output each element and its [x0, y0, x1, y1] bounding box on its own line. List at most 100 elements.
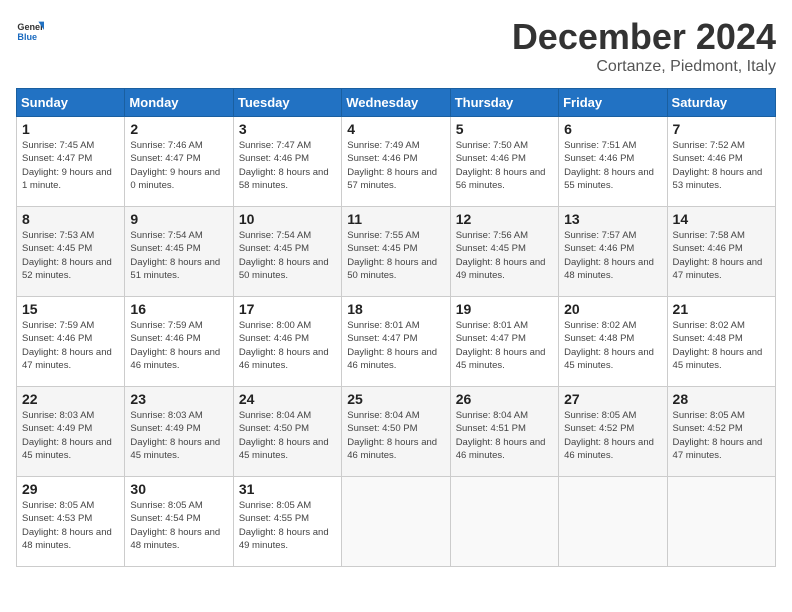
day-number: 19: [456, 301, 553, 317]
day-info: Sunrise: 7:54 AM Sunset: 4:45 PM Dayligh…: [239, 229, 336, 282]
week-row-2: 8 Sunrise: 7:53 AM Sunset: 4:45 PM Dayli…: [17, 207, 776, 297]
week-row-4: 22 Sunrise: 8:03 AM Sunset: 4:49 PM Dayl…: [17, 387, 776, 477]
day-number: 11: [347, 211, 444, 227]
day-info: Sunrise: 7:53 AM Sunset: 4:45 PM Dayligh…: [22, 229, 119, 282]
day-number: 26: [456, 391, 553, 407]
day-number: 9: [130, 211, 227, 227]
header: General Blue December 2024 Cortanze, Pie…: [16, 16, 776, 76]
calendar-cell: 29 Sunrise: 8:05 AM Sunset: 4:53 PM Dayl…: [17, 477, 125, 567]
weekday-header-wednesday: Wednesday: [342, 89, 450, 117]
calendar-cell: 16 Sunrise: 7:59 AM Sunset: 4:46 PM Dayl…: [125, 297, 233, 387]
day-info: Sunrise: 8:04 AM Sunset: 4:50 PM Dayligh…: [239, 409, 336, 462]
weekday-header-friday: Friday: [559, 89, 667, 117]
day-number: 1: [22, 121, 119, 137]
calendar-cell: 26 Sunrise: 8:04 AM Sunset: 4:51 PM Dayl…: [450, 387, 558, 477]
calendar-cell: 21 Sunrise: 8:02 AM Sunset: 4:48 PM Dayl…: [667, 297, 775, 387]
calendar-cell: [450, 477, 558, 567]
calendar-cell: 15 Sunrise: 7:59 AM Sunset: 4:46 PM Dayl…: [17, 297, 125, 387]
day-number: 31: [239, 481, 336, 497]
day-info: Sunrise: 7:57 AM Sunset: 4:46 PM Dayligh…: [564, 229, 661, 282]
day-number: 12: [456, 211, 553, 227]
day-info: Sunrise: 7:52 AM Sunset: 4:46 PM Dayligh…: [673, 139, 770, 192]
day-number: 25: [347, 391, 444, 407]
calendar-cell: 23 Sunrise: 8:03 AM Sunset: 4:49 PM Dayl…: [125, 387, 233, 477]
weekday-header-saturday: Saturday: [667, 89, 775, 117]
weekday-header-row: SundayMondayTuesdayWednesdayThursdayFrid…: [17, 89, 776, 117]
day-number: 6: [564, 121, 661, 137]
calendar-cell: 4 Sunrise: 7:49 AM Sunset: 4:46 PM Dayli…: [342, 117, 450, 207]
day-number: 18: [347, 301, 444, 317]
day-number: 21: [673, 301, 770, 317]
calendar-cell: 1 Sunrise: 7:45 AM Sunset: 4:47 PM Dayli…: [17, 117, 125, 207]
day-number: 15: [22, 301, 119, 317]
logo-icon: General Blue: [16, 16, 44, 44]
calendar-cell: 9 Sunrise: 7:54 AM Sunset: 4:45 PM Dayli…: [125, 207, 233, 297]
day-info: Sunrise: 8:05 AM Sunset: 4:53 PM Dayligh…: [22, 499, 119, 552]
day-info: Sunrise: 8:00 AM Sunset: 4:46 PM Dayligh…: [239, 319, 336, 372]
day-info: Sunrise: 8:03 AM Sunset: 4:49 PM Dayligh…: [22, 409, 119, 462]
day-number: 27: [564, 391, 661, 407]
calendar-cell: 5 Sunrise: 7:50 AM Sunset: 4:46 PM Dayli…: [450, 117, 558, 207]
week-row-1: 1 Sunrise: 7:45 AM Sunset: 4:47 PM Dayli…: [17, 117, 776, 207]
location-title: Cortanze, Piedmont, Italy: [512, 58, 776, 76]
logo: General Blue: [16, 16, 44, 44]
day-info: Sunrise: 7:47 AM Sunset: 4:46 PM Dayligh…: [239, 139, 336, 192]
day-info: Sunrise: 8:02 AM Sunset: 4:48 PM Dayligh…: [673, 319, 770, 372]
calendar-cell: 6 Sunrise: 7:51 AM Sunset: 4:46 PM Dayli…: [559, 117, 667, 207]
day-info: Sunrise: 8:04 AM Sunset: 4:50 PM Dayligh…: [347, 409, 444, 462]
calendar-cell: 11 Sunrise: 7:55 AM Sunset: 4:45 PM Dayl…: [342, 207, 450, 297]
day-info: Sunrise: 7:51 AM Sunset: 4:46 PM Dayligh…: [564, 139, 661, 192]
day-number: 10: [239, 211, 336, 227]
calendar-table: SundayMondayTuesdayWednesdayThursdayFrid…: [16, 88, 776, 567]
calendar-cell: 22 Sunrise: 8:03 AM Sunset: 4:49 PM Dayl…: [17, 387, 125, 477]
day-number: 4: [347, 121, 444, 137]
day-number: 13: [564, 211, 661, 227]
day-info: Sunrise: 7:54 AM Sunset: 4:45 PM Dayligh…: [130, 229, 227, 282]
day-info: Sunrise: 7:50 AM Sunset: 4:46 PM Dayligh…: [456, 139, 553, 192]
day-info: Sunrise: 8:05 AM Sunset: 4:52 PM Dayligh…: [673, 409, 770, 462]
calendar-cell: 27 Sunrise: 8:05 AM Sunset: 4:52 PM Dayl…: [559, 387, 667, 477]
day-number: 2: [130, 121, 227, 137]
day-number: 20: [564, 301, 661, 317]
calendar-cell: 18 Sunrise: 8:01 AM Sunset: 4:47 PM Dayl…: [342, 297, 450, 387]
day-info: Sunrise: 8:05 AM Sunset: 4:52 PM Dayligh…: [564, 409, 661, 462]
day-number: 24: [239, 391, 336, 407]
calendar-cell: 2 Sunrise: 7:46 AM Sunset: 4:47 PM Dayli…: [125, 117, 233, 207]
day-info: Sunrise: 8:04 AM Sunset: 4:51 PM Dayligh…: [456, 409, 553, 462]
day-info: Sunrise: 7:56 AM Sunset: 4:45 PM Dayligh…: [456, 229, 553, 282]
calendar-cell: [342, 477, 450, 567]
calendar-cell: 12 Sunrise: 7:56 AM Sunset: 4:45 PM Dayl…: [450, 207, 558, 297]
day-number: 5: [456, 121, 553, 137]
day-number: 28: [673, 391, 770, 407]
day-info: Sunrise: 8:03 AM Sunset: 4:49 PM Dayligh…: [130, 409, 227, 462]
day-info: Sunrise: 7:58 AM Sunset: 4:46 PM Dayligh…: [673, 229, 770, 282]
day-info: Sunrise: 7:55 AM Sunset: 4:45 PM Dayligh…: [347, 229, 444, 282]
day-info: Sunrise: 7:49 AM Sunset: 4:46 PM Dayligh…: [347, 139, 444, 192]
day-info: Sunrise: 8:01 AM Sunset: 4:47 PM Dayligh…: [347, 319, 444, 372]
calendar-cell: 14 Sunrise: 7:58 AM Sunset: 4:46 PM Dayl…: [667, 207, 775, 297]
day-number: 8: [22, 211, 119, 227]
calendar-cell: 17 Sunrise: 8:00 AM Sunset: 4:46 PM Dayl…: [233, 297, 341, 387]
weekday-header-monday: Monday: [125, 89, 233, 117]
day-info: Sunrise: 7:59 AM Sunset: 4:46 PM Dayligh…: [130, 319, 227, 372]
svg-text:Blue: Blue: [17, 32, 37, 42]
calendar-cell: 28 Sunrise: 8:05 AM Sunset: 4:52 PM Dayl…: [667, 387, 775, 477]
calendar-cell: 10 Sunrise: 7:54 AM Sunset: 4:45 PM Dayl…: [233, 207, 341, 297]
day-number: 7: [673, 121, 770, 137]
calendar-cell: 20 Sunrise: 8:02 AM Sunset: 4:48 PM Dayl…: [559, 297, 667, 387]
weekday-header-thursday: Thursday: [450, 89, 558, 117]
calendar-cell: 8 Sunrise: 7:53 AM Sunset: 4:45 PM Dayli…: [17, 207, 125, 297]
day-number: 14: [673, 211, 770, 227]
week-row-3: 15 Sunrise: 7:59 AM Sunset: 4:46 PM Dayl…: [17, 297, 776, 387]
day-number: 29: [22, 481, 119, 497]
day-number: 17: [239, 301, 336, 317]
calendar-cell: 7 Sunrise: 7:52 AM Sunset: 4:46 PM Dayli…: [667, 117, 775, 207]
calendar-cell: 31 Sunrise: 8:05 AM Sunset: 4:55 PM Dayl…: [233, 477, 341, 567]
day-number: 23: [130, 391, 227, 407]
day-info: Sunrise: 7:45 AM Sunset: 4:47 PM Dayligh…: [22, 139, 119, 192]
calendar-cell: 3 Sunrise: 7:47 AM Sunset: 4:46 PM Dayli…: [233, 117, 341, 207]
calendar-cell: 30 Sunrise: 8:05 AM Sunset: 4:54 PM Dayl…: [125, 477, 233, 567]
day-info: Sunrise: 8:05 AM Sunset: 4:54 PM Dayligh…: [130, 499, 227, 552]
day-info: Sunrise: 8:05 AM Sunset: 4:55 PM Dayligh…: [239, 499, 336, 552]
month-title: December 2024: [512, 16, 776, 58]
